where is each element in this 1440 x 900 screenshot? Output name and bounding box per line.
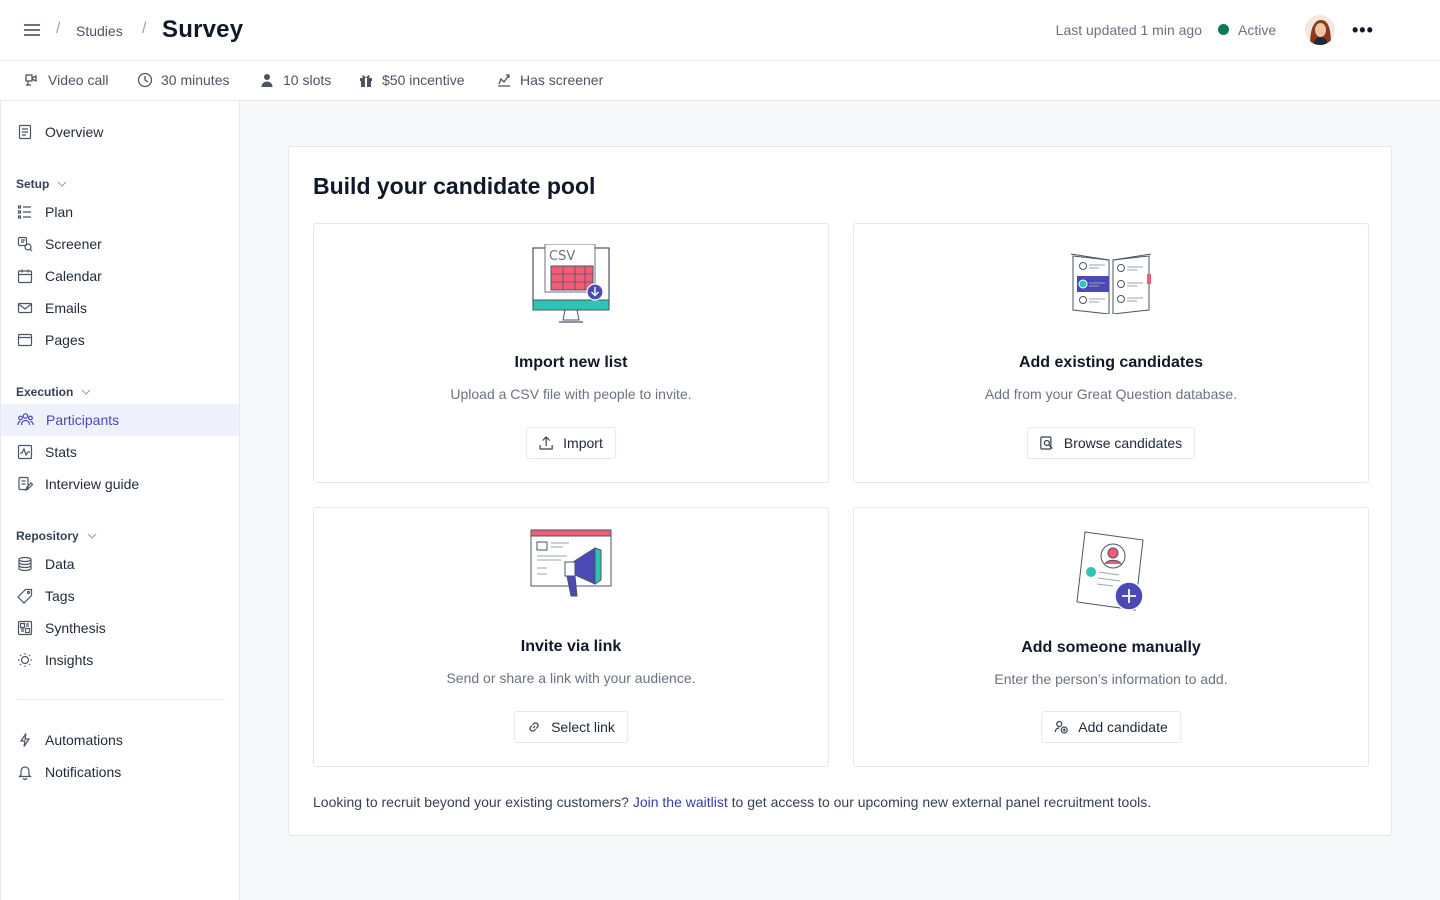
sidebar-divider bbox=[17, 699, 225, 700]
more-options-icon[interactable]: ••• bbox=[1352, 20, 1374, 41]
sidebar-item-synthesis[interactable]: Synthesis bbox=[1, 612, 239, 644]
stats-icon bbox=[17, 444, 33, 460]
meta-video-call: Video call bbox=[24, 72, 108, 88]
sidebar-item-participants[interactable]: Participants bbox=[1, 404, 239, 436]
sidebar-item-overview[interactable]: Overview bbox=[1, 116, 239, 148]
gift-icon bbox=[360, 75, 372, 87]
search-document-icon bbox=[1040, 436, 1053, 450]
option-description: Add from your Great Question database. bbox=[984, 386, 1238, 402]
option-description: Send or share a link with your audience. bbox=[446, 670, 696, 686]
add-person-card-icon bbox=[1076, 531, 1144, 611]
sidebar-item-emails[interactable]: Emails bbox=[1, 292, 239, 324]
meta-screener: Has screener bbox=[496, 72, 603, 88]
chevron-down-icon bbox=[57, 181, 67, 187]
lightning-icon bbox=[19, 733, 31, 747]
mail-icon bbox=[17, 302, 33, 314]
page-icon bbox=[17, 333, 33, 347]
chevron-down-icon bbox=[87, 533, 97, 539]
person-icon bbox=[261, 74, 273, 87]
upload-icon bbox=[539, 436, 553, 450]
document-icon bbox=[18, 124, 32, 140]
sidebar-item-calendar[interactable]: Calendar bbox=[1, 260, 239, 292]
option-title: Import new list bbox=[514, 354, 628, 371]
sidebar-item-notifications[interactable]: Notifications bbox=[1, 756, 239, 788]
list-icon bbox=[17, 205, 31, 219]
status-dot-icon bbox=[1218, 24, 1229, 35]
page-title: Survey bbox=[162, 16, 244, 43]
section-title-execution[interactable]: Execution bbox=[16, 385, 91, 399]
option-existing-candidates[interactable]: Add existing candidates Add from your Gr… bbox=[853, 223, 1369, 483]
breadcrumb-separator: / bbox=[142, 20, 147, 37]
last-updated-text: Last updated 1 min ago bbox=[1055, 22, 1202, 38]
sidebar-item-interview-guide[interactable]: Interview guide bbox=[1, 468, 239, 500]
select-link-button[interactable]: Select link bbox=[514, 711, 628, 743]
add-candidate-button[interactable]: Add candidate bbox=[1041, 711, 1181, 743]
megaphone-icon bbox=[530, 529, 612, 597]
breadcrumb-separator: / bbox=[56, 20, 61, 37]
sidebar-item-insights[interactable]: Insights bbox=[1, 644, 239, 676]
meta-incentive: $50 incentive bbox=[358, 72, 465, 88]
study-meta-bar: Video call 30 minutes 10 slots $50 incen… bbox=[0, 61, 1440, 101]
guide-icon bbox=[18, 476, 33, 492]
browse-candidates-button[interactable]: Browse candidates bbox=[1026, 427, 1196, 459]
import-button[interactable]: Import bbox=[526, 427, 616, 459]
sidebar-item-plan[interactable]: Plan bbox=[1, 196, 239, 228]
tag-icon bbox=[17, 588, 33, 604]
menu-icon[interactable] bbox=[24, 24, 40, 38]
meta-slots: 10 slots bbox=[259, 72, 331, 88]
option-invite-link[interactable]: Invite via link Send or share a link wit… bbox=[313, 507, 829, 767]
csv-label-icon: CSV bbox=[549, 249, 575, 264]
candidate-book-icon bbox=[1070, 253, 1152, 314]
join-waitlist-link[interactable]: Join the waitlist bbox=[633, 794, 728, 810]
clock-icon bbox=[137, 72, 153, 88]
top-header: / Studies / Survey Last updated 1 min ag… bbox=[0, 0, 1440, 61]
option-import-list[interactable]: CSV Import new list Upload a CSV file wi… bbox=[313, 223, 829, 483]
sidebar-item-pages[interactable]: Pages bbox=[1, 324, 239, 356]
meta-duration: 30 minutes bbox=[137, 72, 229, 88]
option-title: Invite via link bbox=[520, 638, 622, 655]
database-icon bbox=[18, 556, 32, 572]
candidate-pool-card: Build your candidate pool CSV Import new… bbox=[288, 146, 1392, 836]
csv-monitor-icon: CSV bbox=[532, 244, 610, 323]
link-icon bbox=[529, 722, 539, 732]
option-title: Add someone manually bbox=[1021, 639, 1201, 656]
external-panel-note: Looking to recruit beyond your existing … bbox=[313, 794, 1152, 810]
option-title: Add existing candidates bbox=[1018, 354, 1204, 371]
status-badge[interactable]: Active bbox=[1238, 22, 1276, 38]
sidebar-item-tags[interactable]: Tags bbox=[1, 580, 239, 612]
section-title-setup[interactable]: Setup bbox=[16, 177, 67, 191]
video-call-icon bbox=[25, 74, 37, 86]
avatar[interactable] bbox=[1305, 15, 1335, 45]
screener-filter-icon bbox=[17, 236, 33, 252]
sidebar-item-data[interactable]: Data bbox=[1, 548, 239, 580]
breadcrumb-studies[interactable]: Studies bbox=[76, 23, 123, 39]
sidebar-item-stats[interactable]: Stats bbox=[1, 436, 239, 468]
participants-icon bbox=[17, 413, 34, 426]
screener-icon bbox=[498, 74, 510, 87]
card-title: Build your candidate pool bbox=[313, 173, 596, 199]
sidebar-item-automations[interactable]: Automations bbox=[1, 724, 239, 756]
synthesis-icon bbox=[17, 620, 33, 636]
sidebar: Overview Setup Plan Screener Calendar Em… bbox=[0, 101, 240, 900]
sidebar-item-screener[interactable]: Screener bbox=[1, 228, 239, 260]
lightbulb-icon bbox=[18, 653, 32, 667]
chevron-down-icon bbox=[81, 389, 91, 395]
section-title-repository[interactable]: Repository bbox=[16, 529, 97, 543]
bell-icon bbox=[18, 766, 32, 780]
option-add-manually[interactable]: Add someone manually Enter the person’s … bbox=[853, 507, 1369, 767]
option-description: Upload a CSV file with people to invite. bbox=[450, 386, 692, 402]
option-description: Enter the person’s information to add. bbox=[994, 671, 1228, 687]
add-user-icon bbox=[1054, 720, 1068, 734]
calendar-icon bbox=[17, 269, 33, 284]
